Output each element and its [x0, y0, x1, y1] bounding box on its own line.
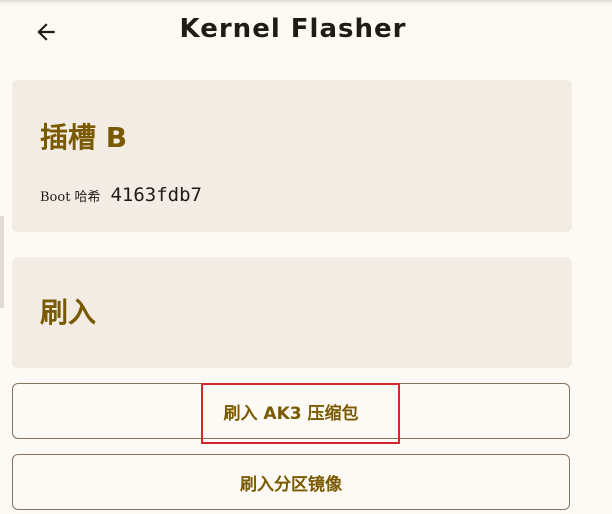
flash-card: 刷入 [12, 257, 572, 368]
flash-title: 刷入 [40, 296, 97, 329]
slot-title: 插槽 B [40, 121, 128, 154]
flash-partition-image-label: 刷入分区镜像 [240, 474, 342, 495]
boot-hash-label: Boot [40, 190, 71, 205]
boot-hash-value: 4163fdb7 [110, 184, 202, 206]
boot-hash-row: Boot 哈希 4163fdb7 [40, 184, 202, 206]
slot-card: 插槽 B Boot 哈希 4163fdb7 [12, 80, 572, 232]
flash-partition-image-button[interactable]: 刷入分区镜像 [12, 454, 570, 510]
top-app-bar: Kernel Flasher [0, 0, 612, 64]
scroll-edge-indicator [0, 216, 4, 308]
flash-ak3-zip-button[interactable]: 刷入 AK3 压缩包 [12, 383, 570, 439]
flash-ak3-zip-label: 刷入 AK3 压缩包 [223, 403, 359, 424]
hash-label: 哈希 [74, 190, 101, 205]
page-title: Kernel Flasher [179, 14, 407, 44]
